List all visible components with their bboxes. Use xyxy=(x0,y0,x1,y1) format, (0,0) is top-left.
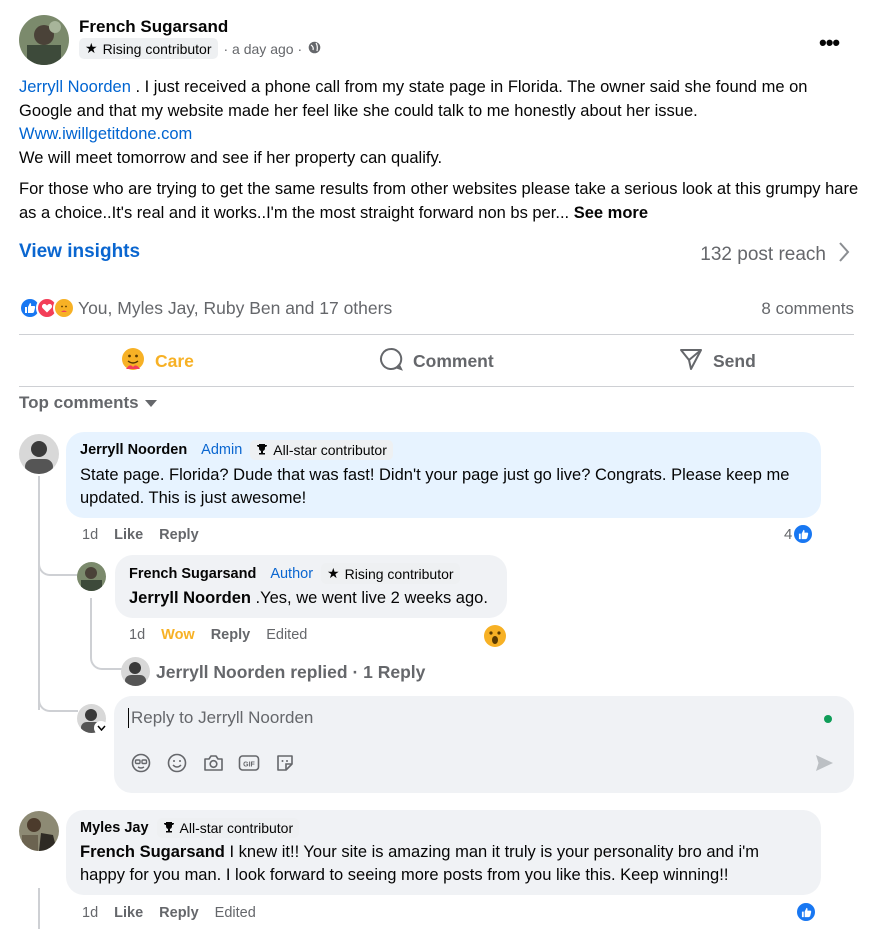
trophy-icon xyxy=(163,820,175,836)
comment-author[interactable]: French Sugarsand xyxy=(129,566,256,582)
comment-actions: 1d Like Reply xyxy=(82,527,199,543)
comment-like-count[interactable]: 4 xyxy=(784,523,815,545)
avatar-sticker-icon[interactable] xyxy=(130,752,152,774)
thread-line xyxy=(38,476,40,710)
like-button[interactable]: Like xyxy=(114,527,143,543)
reply-button[interactable]: Reply xyxy=(159,527,199,543)
all-star-badge[interactable]: All-star contributor xyxy=(156,818,300,838)
all-star-badge[interactable]: All-star contributor xyxy=(250,440,393,460)
view-replies-link[interactable]: Jerryll Noorden replied · 1 Reply xyxy=(156,662,425,683)
reactions-summary[interactable]: You, Myles Jay, Ruby Ben and 17 others xyxy=(19,297,392,319)
comment-actions: 1d Wow Reply Edited xyxy=(129,627,307,643)
mention-link[interactable]: Jerryll Noorden xyxy=(129,589,251,607)
post-body: Jerryll Noorden . I just received a phon… xyxy=(19,78,859,222)
edited-label: Edited xyxy=(214,905,256,921)
send-button[interactable]: Send xyxy=(679,347,756,376)
send-comment-icon[interactable] xyxy=(814,753,834,778)
globe-icon xyxy=(308,41,321,57)
sticker-icon[interactable] xyxy=(274,752,296,774)
care-reaction-icon xyxy=(53,297,75,319)
wow-reaction-button[interactable]: Wow xyxy=(161,627,195,643)
comment-time[interactable]: 1d xyxy=(82,905,98,921)
comment-bubble: French Sugarsand Author ★ Rising contrib… xyxy=(115,555,507,618)
post-author-name[interactable]: French Sugarsand xyxy=(79,17,228,37)
care-emoji-icon xyxy=(121,347,145,376)
composer-tools: GIF xyxy=(130,752,296,774)
star-icon: ★ xyxy=(85,40,98,56)
thread-line xyxy=(90,598,92,658)
rising-contributor-badge[interactable]: ★ Rising contributor xyxy=(79,38,218,59)
thread-connector xyxy=(38,696,78,712)
thread-line xyxy=(38,888,40,929)
reply-button[interactable]: Reply xyxy=(211,627,251,643)
gif-icon[interactable]: GIF xyxy=(238,752,260,774)
comment-text: State page. Florida? Dude that was fast!… xyxy=(80,466,790,507)
wow-emoji-icon[interactable] xyxy=(483,624,507,653)
caret-down-icon xyxy=(144,393,157,413)
more-options-icon[interactable]: ••• xyxy=(819,30,840,56)
thread-connector xyxy=(38,560,78,576)
post-reach[interactable]: 132 post reach xyxy=(700,241,850,269)
website-link[interactable]: Www.iwillgetitdone.com xyxy=(19,125,192,143)
comment-text: Jerryll Noorden .Yes, we went live 2 wee… xyxy=(129,589,488,607)
status-dot xyxy=(824,715,832,723)
comment-bubble: Myles Jay All-star contributor French Su… xyxy=(66,810,821,895)
divider xyxy=(19,386,854,387)
see-more-link[interactable]: See more xyxy=(574,204,648,222)
comment-button[interactable]: Comment xyxy=(379,347,494,376)
like-reaction-icon xyxy=(792,523,815,545)
reaction-icons xyxy=(19,297,75,319)
comments-count[interactable]: 8 comments xyxy=(761,299,854,319)
reactions-text: You, Myles Jay, Ruby Ben and 17 others xyxy=(78,297,393,318)
comment-actions: 1d Like Reply Edited xyxy=(82,905,256,921)
replier-avatar xyxy=(121,657,150,686)
commenter-avatar[interactable] xyxy=(19,434,59,474)
comment-text: French Sugarsand I knew it!! Your site i… xyxy=(80,843,760,884)
commenter-avatar[interactable] xyxy=(19,811,59,851)
comment-icon xyxy=(379,347,403,376)
care-button[interactable]: Care xyxy=(121,347,194,376)
author-label: Author xyxy=(270,565,314,582)
admin-label: Admin xyxy=(201,442,243,458)
star-icon: ★ xyxy=(327,565,340,581)
send-icon xyxy=(679,347,703,376)
comment-author[interactable]: Jerryll Noorden xyxy=(80,442,187,458)
chevron-right-icon xyxy=(838,241,850,269)
rising-contributor-badge[interactable]: ★ Rising contributor xyxy=(321,563,460,584)
comment-time[interactable]: 1d xyxy=(82,527,98,543)
post-meta: ★ Rising contributor · a day ago · xyxy=(79,38,321,59)
edited-label: Edited xyxy=(266,627,308,643)
comment-sort-dropdown[interactable]: Top comments xyxy=(19,393,157,413)
reply-button[interactable]: Reply xyxy=(159,905,199,921)
divider xyxy=(19,334,854,335)
emoji-icon[interactable] xyxy=(166,752,188,774)
comment-author[interactable]: Myles Jay xyxy=(80,820,149,836)
svg-text:GIF: GIF xyxy=(243,762,255,769)
reply-composer: GIF xyxy=(114,696,854,793)
view-insights-link[interactable]: View insights xyxy=(19,241,140,263)
post-author-avatar[interactable] xyxy=(19,15,69,65)
trophy-icon xyxy=(256,442,268,458)
reply-input[interactable] xyxy=(128,708,808,728)
like-button[interactable]: Like xyxy=(114,905,143,921)
comment-like-count[interactable] xyxy=(795,901,817,923)
camera-icon[interactable] xyxy=(202,752,224,774)
mention-link[interactable]: French Sugarsand xyxy=(80,843,225,861)
account-switch-icon[interactable] xyxy=(94,721,108,735)
thread-connector xyxy=(90,652,122,670)
comment-bubble: Jerryll Noorden Admin All-star contribut… xyxy=(66,432,821,518)
post-time[interactable]: · a day ago · xyxy=(224,41,303,57)
like-reaction-icon xyxy=(795,901,817,923)
mention-link[interactable]: Jerryll Noorden xyxy=(19,78,131,96)
commenter-avatar[interactable] xyxy=(77,562,106,591)
comment-time[interactable]: 1d xyxy=(129,627,145,643)
